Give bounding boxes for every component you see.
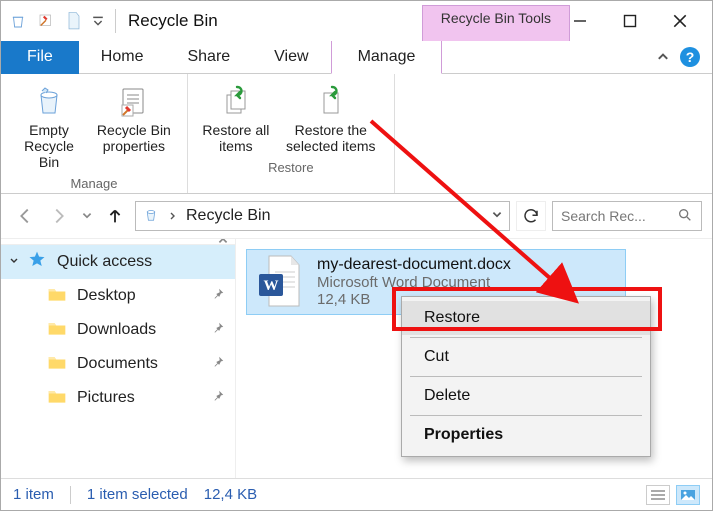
search-placeholder: Search Rec... bbox=[561, 208, 677, 224]
refresh-button[interactable] bbox=[516, 201, 546, 231]
pin-icon bbox=[211, 287, 225, 306]
context-menu-separator bbox=[410, 376, 642, 377]
tab-share[interactable]: Share bbox=[165, 41, 252, 74]
address-dropdown-icon[interactable] bbox=[491, 208, 503, 224]
back-button[interactable] bbox=[11, 202, 39, 230]
ribbon-group-manage: Empty Recycle Bin Recycle Bin properties… bbox=[1, 74, 188, 193]
up-button[interactable] bbox=[101, 202, 129, 230]
maximize-button[interactable] bbox=[620, 11, 640, 31]
search-box[interactable]: Search Rec... bbox=[552, 201, 702, 231]
quick-access-toolbar bbox=[1, 1, 111, 41]
search-icon bbox=[677, 207, 693, 226]
status-separator bbox=[70, 486, 71, 504]
minimize-button[interactable] bbox=[570, 11, 590, 31]
restore-all-label: Restore all items bbox=[200, 122, 272, 154]
restore-all-button[interactable]: Restore all items bbox=[198, 80, 274, 158]
forward-button[interactable] bbox=[45, 202, 73, 230]
address-bin-icon bbox=[142, 206, 160, 227]
pin-icon bbox=[211, 321, 225, 340]
ribbon-group-restore-title: Restore bbox=[198, 160, 384, 175]
context-menu-cut[interactable]: Cut bbox=[402, 340, 650, 374]
recent-locations-dropdown[interactable] bbox=[79, 202, 95, 230]
desktop-label: Desktop bbox=[77, 287, 136, 305]
new-doc-qat-icon[interactable] bbox=[63, 10, 85, 32]
large-icons-view-button[interactable] bbox=[676, 485, 700, 505]
chevron-down-icon[interactable] bbox=[9, 255, 19, 269]
folder-icon bbox=[47, 353, 67, 376]
address-chevron-icon[interactable] bbox=[168, 208, 178, 224]
titlebar: Recycle Bin Recycle Bin Tools bbox=[1, 1, 712, 41]
tab-view[interactable]: View bbox=[252, 41, 330, 74]
navigation-pane: Quick access Desktop Downloads Documents… bbox=[1, 239, 236, 478]
pictures-label: Pictures bbox=[77, 389, 135, 407]
tab-file[interactable]: File bbox=[1, 41, 79, 74]
restore-selected-icon bbox=[313, 84, 349, 120]
empty-bin-label: Empty Recycle Bin bbox=[13, 122, 85, 170]
explorer-window: Recycle Bin Recycle Bin Tools File Home … bbox=[0, 0, 713, 511]
window-title: Recycle Bin bbox=[120, 1, 226, 41]
sidebar-item-pictures[interactable]: Pictures bbox=[1, 381, 235, 415]
star-icon bbox=[27, 250, 47, 275]
address-bar[interactable]: Recycle Bin bbox=[135, 201, 510, 231]
pin-icon bbox=[211, 389, 225, 408]
properties-label: Recycle Bin properties bbox=[93, 122, 175, 154]
context-menu: Restore Cut Delete Properties bbox=[401, 296, 651, 457]
navigation-bar: Recycle Bin Search Rec... bbox=[1, 194, 712, 238]
folder-icon bbox=[47, 387, 67, 410]
recycle-bin-icon[interactable] bbox=[7, 10, 29, 32]
status-bar: 1 item 1 item selected 12,4 KB bbox=[1, 478, 712, 510]
contextual-tools-tab[interactable]: Recycle Bin Tools bbox=[422, 5, 570, 41]
empty-recycle-bin-button[interactable]: Empty Recycle Bin bbox=[11, 80, 87, 174]
restore-all-icon bbox=[218, 84, 254, 120]
status-item-count: 1 item bbox=[13, 486, 54, 503]
folder-icon bbox=[47, 319, 67, 342]
context-menu-delete[interactable]: Delete bbox=[402, 379, 650, 413]
properties-qat-icon[interactable] bbox=[35, 10, 57, 32]
ribbon-tabs: File Home Share View Manage ? bbox=[1, 41, 712, 74]
item-type: Microsoft Word Document bbox=[317, 274, 511, 291]
empty-bin-icon bbox=[31, 84, 67, 120]
sidebar-item-documents[interactable]: Documents bbox=[1, 347, 235, 381]
item-name: my-dearest-document.docx bbox=[317, 256, 511, 274]
ribbon-group-restore: Restore all items Restore the selected i… bbox=[188, 74, 395, 193]
restore-selected-button[interactable]: Restore the selected items bbox=[278, 80, 384, 158]
documents-label: Documents bbox=[77, 355, 158, 373]
tab-home[interactable]: Home bbox=[79, 41, 166, 74]
recycle-bin-properties-button[interactable]: Recycle Bin properties bbox=[91, 80, 177, 158]
close-button[interactable] bbox=[670, 11, 690, 31]
status-size: 12,4 KB bbox=[204, 486, 257, 503]
address-text: Recycle Bin bbox=[186, 207, 270, 225]
details-view-button[interactable] bbox=[646, 485, 670, 505]
ribbon: Empty Recycle Bin Recycle Bin properties… bbox=[1, 74, 712, 194]
window-controls bbox=[570, 1, 712, 41]
qat-dropdown-icon[interactable] bbox=[91, 10, 105, 32]
svg-text:W: W bbox=[264, 278, 279, 294]
quick-access-label: Quick access bbox=[57, 253, 152, 271]
status-selected: 1 item selected bbox=[87, 486, 188, 503]
context-menu-restore[interactable]: Restore bbox=[402, 301, 650, 335]
sidebar-item-desktop[interactable]: Desktop bbox=[1, 279, 235, 313]
word-file-icon: W bbox=[257, 254, 305, 310]
tab-manage[interactable]: Manage bbox=[331, 41, 443, 74]
pin-icon bbox=[211, 355, 225, 374]
context-menu-properties[interactable]: Properties bbox=[402, 418, 650, 452]
context-menu-separator bbox=[410, 337, 642, 338]
downloads-label: Downloads bbox=[77, 321, 156, 339]
sidebar-item-downloads[interactable]: Downloads bbox=[1, 313, 235, 347]
context-menu-separator bbox=[410, 415, 642, 416]
folder-icon bbox=[47, 285, 67, 308]
properties-icon bbox=[116, 84, 152, 120]
help-icon[interactable]: ? bbox=[680, 47, 700, 67]
title-separator bbox=[115, 9, 116, 33]
collapse-ribbon-icon[interactable] bbox=[656, 49, 670, 66]
sidebar-item-quick-access[interactable]: Quick access bbox=[1, 245, 235, 279]
restore-selected-label: Restore the selected items bbox=[280, 122, 382, 154]
ribbon-group-manage-title: Manage bbox=[11, 176, 177, 191]
